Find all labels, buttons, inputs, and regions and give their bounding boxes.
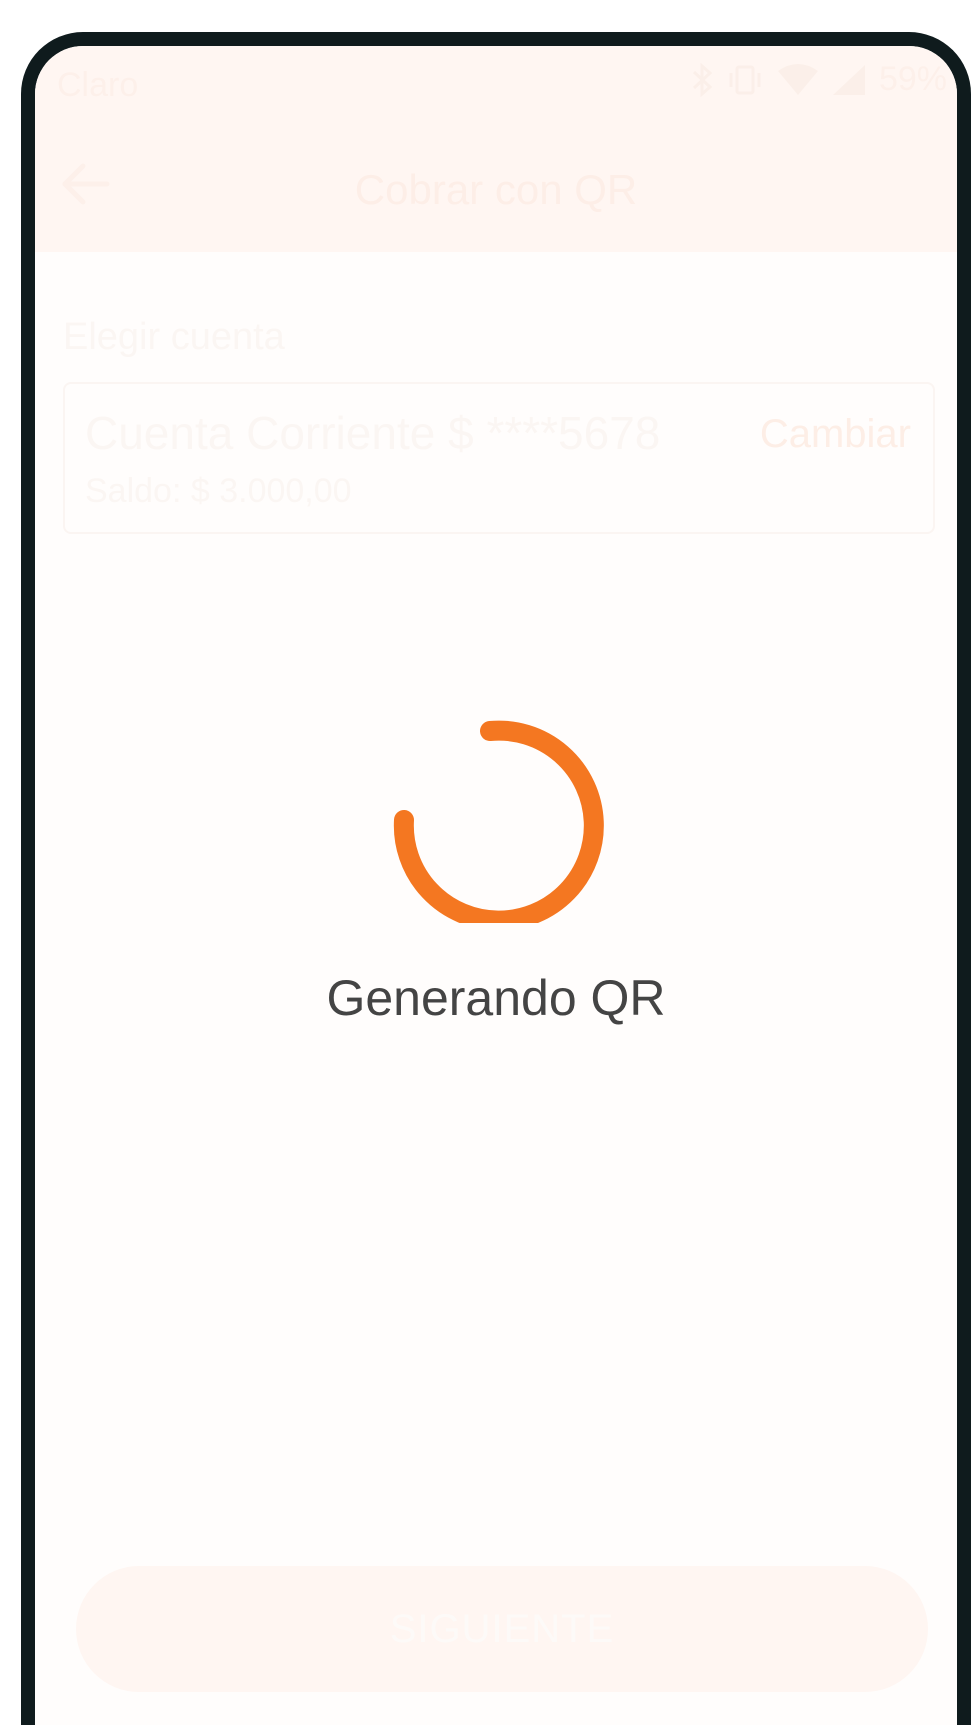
wifi-icon bbox=[777, 63, 819, 97]
loading-message: Generando QR bbox=[326, 970, 666, 1026]
app-header: Claro 59% Cobrar con QR bbox=[35, 46, 957, 252]
vibrate-icon bbox=[725, 63, 765, 97]
battery-percent: 59% bbox=[878, 60, 947, 98]
bluetooth-icon bbox=[691, 62, 713, 97]
loading-overlay: Generando QR bbox=[35, 46, 957, 1725]
page-title: Cobrar con QR bbox=[354, 166, 638, 213]
app-screen: Claro 59% Cobrar con QR Elegir cuenta Cu… bbox=[35, 46, 957, 1725]
account-card[interactable]: Cuenta Corriente $ ****5678 Saldo: $ 3.0… bbox=[63, 382, 935, 534]
account-name: Cuenta Corriente $ ****5678 bbox=[85, 407, 661, 459]
status-bar: Claro 59% bbox=[35, 46, 957, 126]
carrier-name: Claro bbox=[57, 66, 139, 104]
next-button[interactable]: SIGUIENTE bbox=[76, 1566, 928, 1692]
cell-signal-icon bbox=[831, 63, 867, 97]
device-frame: Claro 59% Cobrar con QR Elegir cuenta Cu… bbox=[21, 32, 971, 1725]
loading-spinner-icon bbox=[390, 673, 640, 931]
status-icons: 59% bbox=[691, 60, 947, 99]
change-account-link[interactable]: Cambiar bbox=[760, 412, 911, 457]
account-balance: Saldo: $ 3.000,00 bbox=[85, 472, 352, 510]
choose-account-label: Elegir cuenta bbox=[63, 316, 285, 358]
